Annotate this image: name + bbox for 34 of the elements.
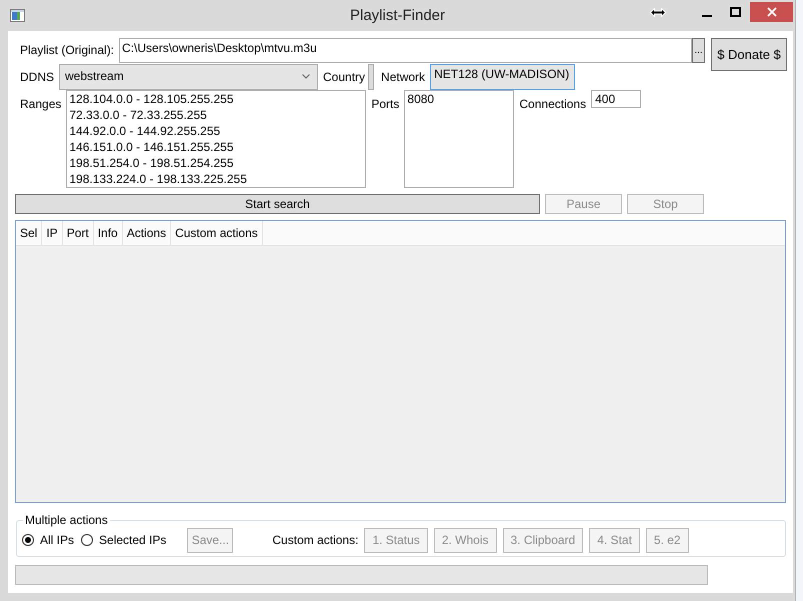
column-header[interactable]: Port (62, 221, 94, 245)
group-title: Multiple actions (24, 513, 109, 527)
browse-button[interactable]: ... (692, 38, 705, 63)
start-search-button[interactable]: Start search (15, 194, 540, 214)
ports-text-area[interactable]: 8080 (404, 90, 514, 188)
caret-icon (302, 74, 310, 79)
field-label: Network (380, 69, 426, 85)
resize-cursor-icon (650, 8, 666, 17)
field-label: Ports (370, 96, 400, 112)
close-button[interactable] (750, 2, 793, 22)
playlist-path-field[interactable]: C:\Users\owneris\Desktop\mtvu.m3u (119, 38, 692, 63)
app-icon (10, 9, 25, 22)
radio-option[interactable]: All IPs (22, 533, 74, 547)
radio-option[interactable]: Selected IPs (81, 533, 166, 547)
close-icon (766, 7, 776, 17)
ranges-text-area[interactable]: 128.104.0.0 - 128.105.255.255 72.33.0.0 - 72.33.255.255 144.92.0.0 - 144.92.255.255 146.151.0.0 - 146.151.255.255 198.51.254.0 - 198.51.254.255 198.133.224.0 - 198.133.225.255 (66, 90, 366, 188)
connections-field[interactable]: 400 (591, 90, 642, 108)
field-label: Playlist (Original): (19, 42, 116, 59)
column-header[interactable]: Custom actions (171, 221, 263, 245)
field-label: DDNS (19, 69, 56, 85)
window-title: Playlist-Finder (350, 7, 446, 24)
minimize-icon (702, 14, 712, 16)
custom-actions-label: Custom actions: (272, 533, 358, 547)
field-label: Ranges (19, 96, 62, 112)
donate-button[interactable]: $ Donate $ (711, 38, 787, 71)
column-header[interactable]: Actions (122, 221, 172, 245)
field-label: Connections (518, 96, 588, 112)
network-dropdown[interactable]: NET128 (UW-MADISON) (430, 64, 576, 90)
column-header[interactable]: IP (42, 221, 63, 245)
field-label: Country (322, 69, 366, 85)
maximize-icon (730, 7, 741, 17)
ddns-dropdown[interactable]: webstream (59, 64, 318, 90)
column-header[interactable]: Info (94, 221, 123, 245)
column-header[interactable]: Sel (16, 221, 42, 245)
